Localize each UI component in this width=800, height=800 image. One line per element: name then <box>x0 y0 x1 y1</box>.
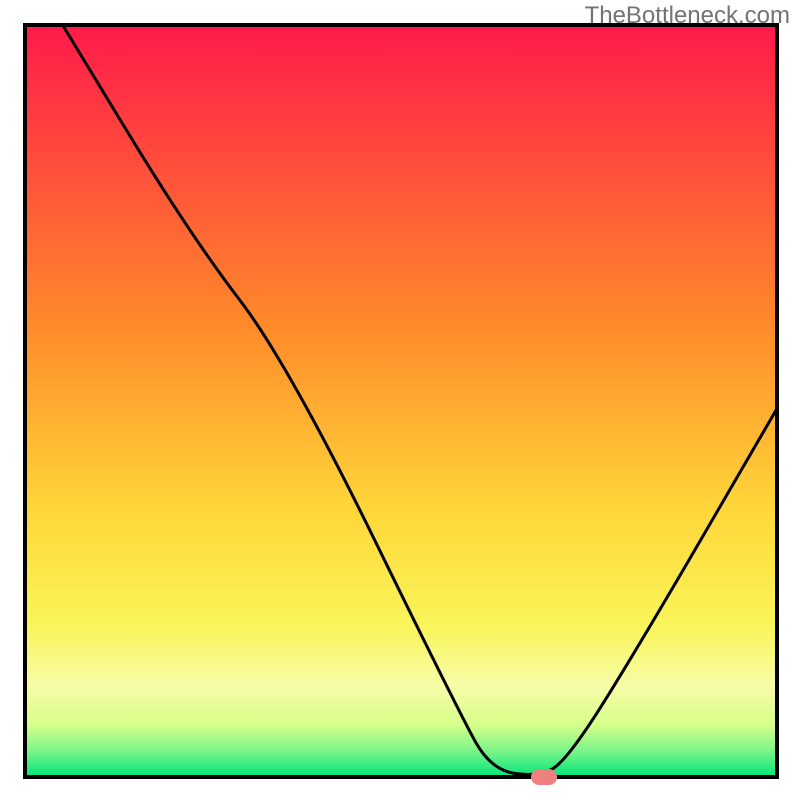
chart-container: TheBottleneck.com <box>0 0 800 800</box>
optimal-point-marker <box>531 769 557 785</box>
bottleneck-chart <box>0 0 800 800</box>
watermark-text: TheBottleneck.com <box>585 2 790 30</box>
chart-gradient-background <box>25 25 777 777</box>
